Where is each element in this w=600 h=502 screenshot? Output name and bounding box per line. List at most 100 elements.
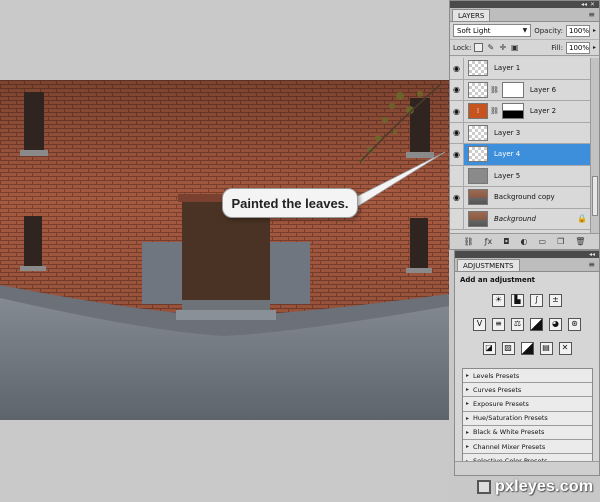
panel-titlebar[interactable]: ◂◂ ✕ (450, 1, 599, 8)
layer-style-icon[interactable]: ƒx (485, 237, 493, 246)
layer-row-layer-2[interactable]: ◉ ⁞ ⛓ Layer 2 (450, 101, 591, 123)
selective-color-icon[interactable]: ✕ (558, 341, 572, 355)
preset-item[interactable]: ▸ Exposure Presets (463, 397, 592, 412)
expand-triangle-icon[interactable]: ▸ (466, 386, 469, 393)
lock-all-icon[interactable]: ▣ (510, 43, 519, 52)
layer-thumbnail (468, 189, 488, 206)
presets-list[interactable]: ▸ Levels Presets ▸ Curves Presets ▸ Exposur… (462, 368, 593, 470)
layer-mask-thumbnail[interactable] (501, 103, 524, 120)
panel-menu-icon[interactable]: ≡ (588, 10, 595, 19)
preset-item[interactable]: ▸ Channel Mixer Presets (463, 439, 592, 455)
watermark-text: pxleyes.com (495, 478, 594, 495)
trash-icon[interactable]: 🗑 (575, 237, 585, 246)
tab-layers[interactable]: LAYERS (452, 9, 491, 21)
black-white-icon[interactable] (530, 317, 543, 331)
levels-icon[interactable]: ▙ (511, 293, 524, 307)
eye-icon[interactable]: ◉ (450, 208, 464, 229)
opacity-slider-icon[interactable]: ▸ (593, 27, 596, 34)
layer-mask-thumbnail[interactable] (501, 81, 524, 98)
preset-item[interactable]: ▸ Curves Presets (463, 383, 592, 398)
tab-adjustments[interactable]: ADJUSTMENTS (457, 259, 520, 271)
layer-row-background-copy[interactable]: ◉ Background copy (450, 187, 591, 209)
hue-saturation-icon[interactable]: ≡ (492, 317, 505, 331)
panel-titlebar[interactable]: ◂◂ (455, 251, 599, 258)
adjustments-panel[interactable]: ◂◂ ADJUSTMENTS ≡ Add an adjustment ☀ ▙ ∫… (454, 250, 600, 476)
brick-building-photo (0, 80, 449, 420)
opacity-label: Opacity: (534, 26, 563, 35)
preset-item[interactable]: ▸ Levels Presets (463, 369, 592, 384)
adjustment-icons-row-2: V ≡ ⚖ ◕ ⊛ (455, 312, 599, 336)
eye-icon[interactable]: ◉ (450, 79, 464, 100)
layers-panel[interactable]: ◂◂ ✕ LAYERS ≡ Soft Light ▼ Opacity: 100%… (449, 0, 600, 250)
collapse-icon[interactable]: ◂◂ (589, 251, 595, 258)
preset-item[interactable]: ▸ Hue/Saturation Presets (463, 411, 592, 426)
exposure-icon[interactable]: ± (549, 293, 562, 307)
fill-field[interactable]: 100% (565, 41, 590, 54)
annotation-callout: Painted the leaves. (222, 188, 358, 218)
layer-list[interactable]: ◉ Layer 1 ◉ ⛓ Layer 6 ◉ ⁞ ⛓ Layer 2 ◉ La… (450, 58, 591, 234)
preset-item[interactable]: ▸ Black & White Presets (463, 425, 592, 440)
expand-triangle-icon[interactable]: ▸ (466, 429, 469, 436)
expand-triangle-icon[interactable]: ▸ (466, 415, 469, 422)
layer-name: Layer 3 (494, 128, 521, 137)
opacity-field[interactable]: 100% (565, 24, 590, 37)
eye-icon[interactable]: ◉ (450, 101, 464, 122)
chain-link-icon[interactable]: ⛓ (490, 107, 499, 115)
channel-mixer-icon[interactable]: ⊛ (568, 317, 581, 331)
expand-triangle-icon[interactable]: ▸ (466, 400, 469, 407)
layer-name: Background (494, 214, 536, 223)
layers-scrollbar[interactable] (590, 58, 599, 234)
photo-filter-icon[interactable]: ◕ (549, 317, 562, 331)
new-group-icon[interactable]: ▭ (539, 237, 547, 246)
posterize-icon[interactable]: ▨ (501, 341, 515, 355)
eye-icon[interactable]: ◉ (450, 58, 464, 79)
collapse-icon[interactable]: ◂◂ (581, 1, 587, 8)
preset-label: Levels Presets (473, 371, 520, 380)
lock-row: Lock: ✎ ✛ ▣ Fill: 100% ▸ (450, 40, 599, 56)
scrollbar-thumb[interactable] (592, 176, 598, 216)
lock-transparency-icon[interactable] (474, 43, 484, 52)
color-balance-icon[interactable]: ⚖ (511, 317, 524, 331)
blend-row: Soft Light ▼ Opacity: 100% ▸ (450, 22, 599, 40)
lock-pixels-icon[interactable]: ✎ (486, 43, 495, 52)
blend-mode-select[interactable]: Soft Light ▼ (453, 24, 532, 37)
add-mask-icon[interactable]: ◘ (503, 237, 509, 246)
layer-row-layer-5[interactable]: ◉ Layer 5 (450, 165, 591, 187)
eye-icon[interactable]: ◉ (450, 187, 464, 208)
vibrance-icon[interactable]: V (473, 317, 486, 331)
link-layers-icon[interactable]: ⛓ (464, 237, 474, 246)
lock-position-icon[interactable]: ✛ (498, 43, 507, 52)
blend-mode-value: Soft Light (457, 26, 491, 35)
invert-icon[interactable]: ◪ (482, 341, 496, 355)
eye-icon[interactable]: ◉ (450, 122, 464, 143)
layer-row-background[interactable]: ◉ Background 🔒 (450, 208, 591, 230)
expand-triangle-icon[interactable]: ▸ (466, 372, 469, 379)
chain-link-icon[interactable]: ⛓ (490, 86, 499, 94)
brightness-contrast-icon[interactable]: ☀ (492, 293, 505, 307)
watermark: pxleyes.com (477, 478, 593, 496)
layer-name: Background copy (494, 193, 555, 202)
gradient-map-icon[interactable]: ▤ (539, 341, 553, 355)
new-adjustment-icon[interactable]: ◐ (521, 237, 528, 246)
preset-label: Exposure Presets (473, 399, 529, 408)
layer-row-layer-6[interactable]: ◉ ⛓ Layer 6 (450, 79, 591, 101)
threshold-icon[interactable] (520, 341, 534, 355)
layer-thumbnail (468, 167, 488, 184)
canvas-area[interactable]: Painted the leaves. (0, 0, 449, 502)
document-image[interactable] (0, 80, 449, 420)
eye-icon[interactable]: ◉ (450, 165, 464, 186)
layer-row-layer-3[interactable]: ◉ Layer 3 (450, 122, 591, 144)
layers-tabrow: LAYERS ≡ (450, 8, 599, 22)
panel-menu-icon[interactable]: ≡ (588, 260, 595, 269)
layer-row-layer-1[interactable]: ◉ Layer 1 (450, 58, 591, 80)
eye-icon[interactable]: ◉ (450, 144, 464, 165)
close-panel-icon[interactable]: ✕ (590, 1, 595, 8)
curves-icon[interactable]: ∫ (530, 293, 543, 307)
expand-triangle-icon[interactable]: ▸ (466, 443, 469, 450)
fill-slider-icon[interactable]: ▸ (593, 44, 596, 51)
preset-label: Black & White Presets (473, 428, 545, 437)
new-layer-icon[interactable]: ❐ (557, 237, 564, 246)
layer-row-layer-4[interactable]: ◉ Layer 4 (450, 144, 591, 166)
adjustment-icons-row-3: ◪ ▨ ▤ ✕ (455, 336, 599, 360)
layer-name: Layer 1 (494, 64, 521, 73)
